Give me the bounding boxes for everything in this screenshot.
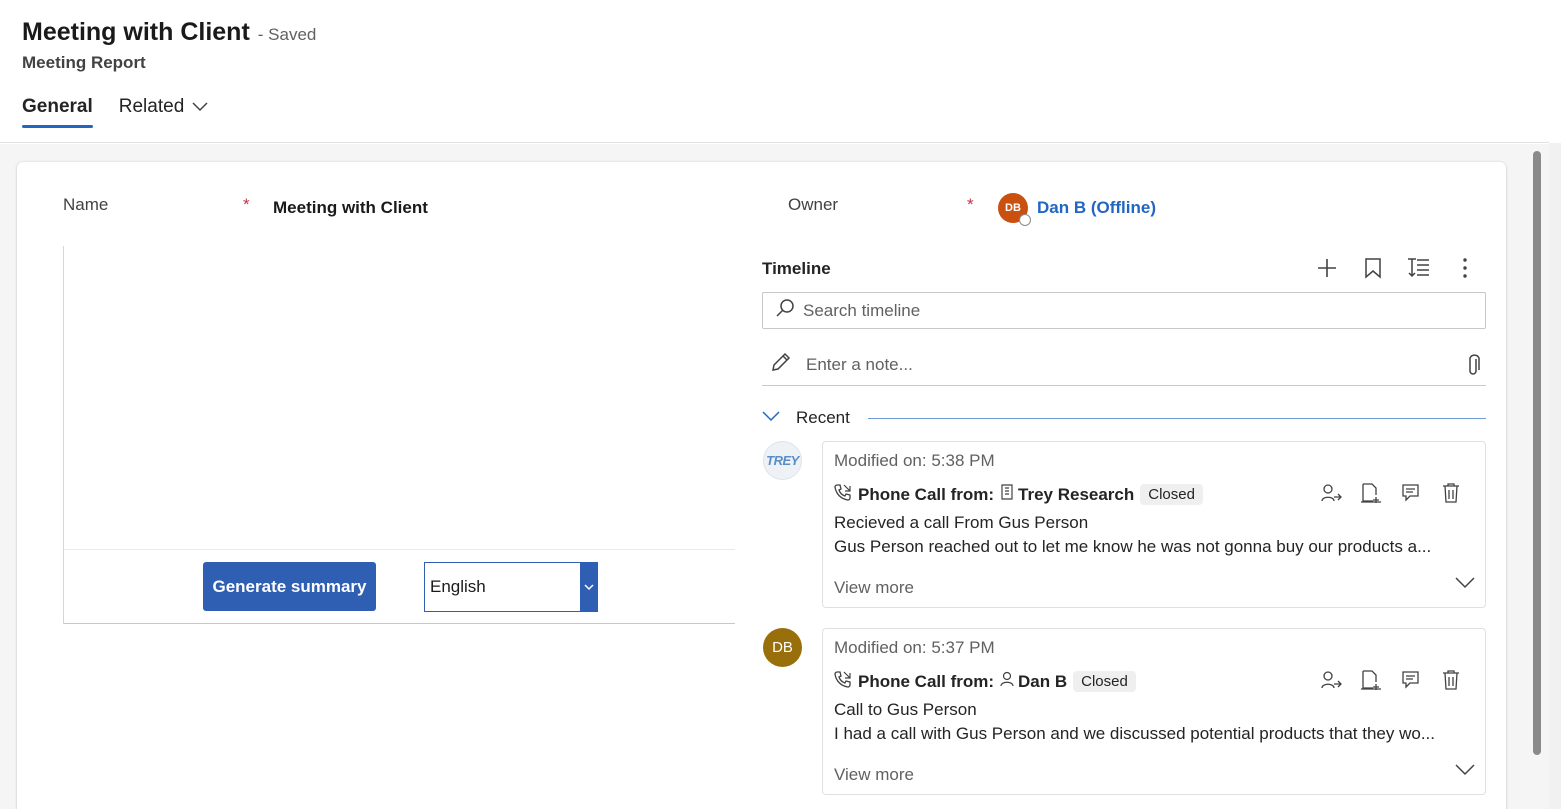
sort-icon[interactable] xyxy=(1406,255,1432,281)
entry-header: Phone Call from: Trey Research Closed xyxy=(834,483,1203,506)
contact-icon xyxy=(1000,671,1014,692)
owner-initials: DB xyxy=(1005,202,1021,214)
avatar: DB xyxy=(763,628,802,667)
chevron-down-icon xyxy=(762,409,780,427)
bookmark-icon[interactable] xyxy=(1360,255,1386,281)
owner-avatar: DB xyxy=(998,193,1031,226)
name-required-mark: * xyxy=(243,195,250,214)
pencil-icon xyxy=(770,351,792,378)
recent-divider xyxy=(867,417,1486,419)
entry-subject: Call to Gus Person xyxy=(834,700,977,719)
summary-embed: Generate summary English xyxy=(63,246,735,624)
delete-icon[interactable] xyxy=(1438,480,1464,506)
chevron-down-icon[interactable] xyxy=(1455,576,1475,594)
owner-label: Owner xyxy=(788,195,839,214)
timeline-entry[interactable]: Modified on: 5:38 PM Phone Call from: Tr… xyxy=(822,441,1486,608)
status-badge: Closed xyxy=(1140,484,1203,505)
search-icon xyxy=(775,298,795,323)
status-badge: Closed xyxy=(1073,671,1136,692)
avatar-text: TREY xyxy=(766,453,799,468)
add-icon[interactable] xyxy=(1314,255,1340,281)
entry-subject: Recieved a call From Gus Person xyxy=(834,513,1089,532)
timeline-entry[interactable]: Modified on: 5:37 PM Phone Call from: Da… xyxy=(822,628,1486,795)
delete-icon[interactable] xyxy=(1438,667,1464,693)
scrollbar-thumb[interactable] xyxy=(1533,151,1541,755)
entry-header: Phone Call from: Dan B Closed xyxy=(834,670,1136,693)
activity-type: Phone Call from: xyxy=(858,671,995,691)
convert-icon[interactable] xyxy=(1398,667,1424,693)
avatar: TREY xyxy=(763,441,802,480)
language-select[interactable]: English xyxy=(424,562,598,612)
add-to-queue-icon[interactable] xyxy=(1358,667,1384,693)
assign-icon[interactable] xyxy=(1318,667,1344,693)
owner-link[interactable]: Dan B (Offline) xyxy=(1037,198,1156,218)
embed-divider xyxy=(64,549,735,550)
search-placeholder: Search timeline xyxy=(803,300,921,320)
entry-description: I had a call with Gus Person and we disc… xyxy=(834,724,1436,743)
name-label: Name xyxy=(63,195,109,214)
tab-list: General Related xyxy=(22,96,208,128)
page-title: Meeting with Client xyxy=(22,18,250,46)
modified-on: Modified on: 5:38 PM xyxy=(834,451,995,470)
note-input[interactable]: Enter a note... xyxy=(762,344,1486,386)
timeline-title: Timeline xyxy=(762,259,831,278)
regarding-link[interactable]: Trey Research xyxy=(1018,485,1134,505)
chevron-down-icon[interactable] xyxy=(580,563,597,611)
view-more-link[interactable]: View more xyxy=(834,578,914,598)
timeline-search-input[interactable]: Search timeline xyxy=(762,292,1486,329)
entity-subtitle: Meeting Report xyxy=(22,53,146,72)
tab-related[interactable]: Related xyxy=(119,96,209,128)
language-value: English xyxy=(430,577,486,596)
title-row: Meeting with Client - Saved xyxy=(22,18,316,47)
tab-general-label: General xyxy=(22,96,93,117)
form-header: Meeting with Client - Saved Meeting Repo… xyxy=(0,0,1549,143)
convert-icon[interactable] xyxy=(1398,480,1424,506)
phone-call-icon xyxy=(834,670,852,693)
assign-icon[interactable] xyxy=(1318,480,1344,506)
add-to-queue-icon[interactable] xyxy=(1358,480,1384,506)
entry-actions xyxy=(1318,480,1464,506)
regarding-link[interactable]: Dan B xyxy=(1018,672,1067,692)
entry-description: Gus Person reached out to let me know he… xyxy=(834,537,1432,556)
owner-required-mark: * xyxy=(967,195,974,214)
presence-offline-icon xyxy=(1019,214,1031,226)
more-icon[interactable] xyxy=(1452,255,1478,281)
tab-related-label: Related xyxy=(118,96,185,117)
recent-group-header[interactable]: Recent xyxy=(762,406,1486,430)
name-field[interactable]: Meeting with Client xyxy=(273,198,428,218)
entry-actions xyxy=(1318,667,1464,693)
tab-general[interactable]: General xyxy=(22,96,93,128)
activity-type: Phone Call from: xyxy=(858,484,995,504)
scrollbar-track[interactable] xyxy=(1549,143,1561,809)
form-card: Name * Meeting with Client Owner * DB Da… xyxy=(17,162,1506,809)
form-canvas: Name * Meeting with Client Owner * DB Da… xyxy=(0,144,1549,809)
generate-summary-button[interactable]: Generate summary xyxy=(203,562,376,611)
chevron-down-icon xyxy=(192,96,208,118)
note-placeholder: Enter a note... xyxy=(806,354,913,374)
recent-label: Recent xyxy=(796,408,850,427)
chevron-down-icon[interactable] xyxy=(1455,763,1475,781)
modified-on: Modified on: 5:37 PM xyxy=(834,638,995,657)
account-icon xyxy=(1000,484,1014,505)
phone-call-icon xyxy=(834,483,852,506)
view-more-link[interactable]: View more xyxy=(834,765,914,785)
attachment-icon[interactable] xyxy=(1466,353,1480,377)
timeline-toolbar xyxy=(1314,255,1478,281)
save-status: - Saved xyxy=(257,25,317,44)
avatar-initials: DB xyxy=(772,639,793,656)
